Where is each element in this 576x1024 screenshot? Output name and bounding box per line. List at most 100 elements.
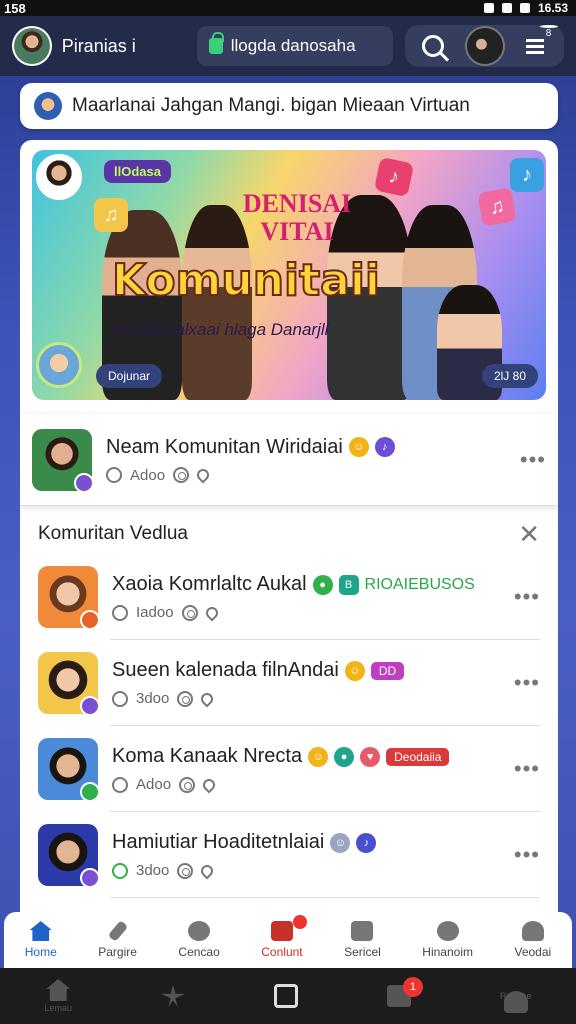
heart-icon[interactable] [198, 862, 216, 879]
banner-host-avatar[interactable] [36, 154, 82, 200]
lock-icon [208, 32, 224, 54]
sys-profile[interactable]: Ranune [500, 991, 531, 1013]
clock-icon [112, 604, 128, 621]
row-title: Hamiutiar Hoaditetnlaiai [112, 831, 325, 853]
row-meta-text: 3doo [136, 690, 170, 707]
banner-guest-avatar[interactable] [36, 342, 82, 388]
profile-avatar[interactable] [12, 26, 52, 66]
heart-icon[interactable] [194, 466, 212, 484]
community-thumbnail [32, 428, 94, 493]
badge-icon: B [338, 574, 359, 595]
row-meta: Adoo [112, 776, 504, 793]
nav-veodai[interactable]: Veodai [514, 921, 551, 959]
home-icon [46, 979, 71, 1001]
nav-conlunt[interactable]: Conlunt [261, 915, 307, 959]
banner-count-chip[interactable]: 2lJ 80 [481, 364, 538, 388]
more-options-icon[interactable]: ••• [514, 756, 540, 782]
sys-explore[interactable] [161, 985, 185, 1007]
list-item[interactable]: Koma Kanaak Nrecta ☺ ● ♥ Deodaiia Adoo •… [20, 726, 558, 812]
row-meta-text: 3doo [136, 862, 170, 879]
battery-icon [519, 3, 530, 13]
row-title-line: Sueen kalenada filnAndai ☺ DD [112, 659, 504, 682]
emoji-icon: ☺ [348, 437, 369, 457]
verified-badge [74, 472, 94, 493]
menu-icon[interactable]: 8 [525, 25, 558, 54]
live-icon: ● [334, 746, 355, 767]
person-icon [503, 991, 528, 1013]
list-item[interactable]: Hamiutiar Hoaditetnlaiai ☺ ♪ 3doo ••• [20, 812, 558, 898]
emoji-icon: ☺ [308, 746, 329, 767]
profile-name[interactable]: Piranias i [62, 36, 171, 57]
status-badge [80, 782, 100, 802]
nav-cencao[interactable]: Cencao [178, 921, 220, 959]
sys-overview[interactable] [273, 984, 298, 1008]
nav-label: Veodai [514, 945, 552, 959]
heart-icon[interactable] [198, 690, 216, 707]
nav-sericel[interactable]: Sericel [344, 921, 381, 959]
banner-join-chip[interactable]: Dojunar [96, 364, 163, 388]
section-title: Komuritan Vedlua [38, 523, 188, 544]
sys-message-badge: 1 [402, 977, 423, 997]
list-item[interactable]: Xaoia Komrlaltc Aukal ● B RIOAIEBUSOS Ia… [20, 554, 558, 640]
close-icon[interactable]: ✕ [518, 519, 540, 550]
clock-icon [112, 862, 128, 879]
list-item[interactable]: Sueen kalenada filnAndai ☺ DD 3doo ••• [20, 640, 558, 726]
sys-home[interactable]: Lemau [44, 979, 72, 1013]
nav-label: Cencao [178, 945, 220, 959]
row-meta-text: Iadoo [136, 604, 174, 621]
mention-icon [179, 776, 196, 793]
row-title-line: Koma Kanaak Nrecta ☺ ● ♥ Deodaiia [112, 745, 504, 768]
music-note-icon: ♫ [477, 187, 517, 227]
row-title-line: Xaoia Komrlaltc Aukal ● B RIOAIEBUSOS [112, 573, 504, 596]
more-options-icon[interactable]: ••• [514, 670, 540, 696]
nav-alert-badge [292, 915, 307, 929]
signal-icon [501, 3, 512, 13]
row-meta: 3doo [112, 690, 504, 707]
row-title: Koma Kanaak Nrecta [112, 745, 303, 767]
row-title: Sueen kalenada filnAndai [112, 659, 339, 681]
sys-messages[interactable]: 1 [386, 977, 423, 1007]
search-icon[interactable] [421, 35, 444, 57]
more-options-icon[interactable]: ••• [520, 447, 546, 473]
app-header: Piranias i llogda danosaha 8 [0, 16, 576, 76]
banner-subtitle: Pranlaa alxaai hlaga Danarjll [112, 320, 329, 339]
mention-icon [173, 467, 190, 483]
heart-icon[interactable] [203, 604, 221, 621]
nav-label: Sericel [344, 945, 381, 959]
status-icons: 16.53 [483, 1, 568, 15]
nav-pargire[interactable]: Pargire [98, 920, 137, 959]
community-thumbnail [38, 738, 100, 802]
profile-icon [521, 921, 544, 941]
heart-icon[interactable] [200, 776, 218, 793]
clock-icon [112, 690, 128, 707]
announcement-bar[interactable]: Maarlanai Jahgan Mangi. bigan Mieaan Vir… [20, 83, 558, 129]
music-note-icon: ♪ [373, 156, 415, 198]
nav-label: Conlunt [261, 945, 303, 959]
music-icon: ♪ [356, 832, 377, 853]
promo-banner[interactable]: ♪ ♫ ♪ ♫ llOdasa DENISAI VITAI Komunitaii… [32, 150, 546, 400]
image-icon [351, 921, 374, 941]
row-meta: Iadoo [112, 604, 504, 621]
row-title: Xaoia Komrlaltc Aukal [112, 573, 307, 595]
community-switcher[interactable]: llogda danosaha [196, 26, 394, 66]
featured-community-row[interactable]: Neam Komunitan Wiridaiai ☺ ♪ Adoo ••• [20, 414, 558, 506]
featured-title-line: Neam Komunitan Wiridaiai ☺ ♪ [106, 436, 510, 459]
nav-home[interactable]: Home [25, 921, 57, 959]
group-avatar[interactable] [464, 26, 505, 66]
banner-tag: llOdasa [104, 160, 171, 183]
community-thumbnail [38, 652, 100, 716]
status-left-text: 158 [4, 0, 26, 16]
divider [110, 897, 540, 898]
row-body: Xaoia Komrlaltc Aukal ● B RIOAIEBUSOS Ia… [112, 573, 504, 621]
nav-hinanoim[interactable]: Hinanoim [422, 921, 473, 959]
clock-icon [106, 467, 122, 483]
community-thumbnail [38, 824, 100, 888]
nav-label: Home [24, 945, 57, 959]
announcement-text: Maarlanai Jahgan Mangi. bigan Mieaan Vir… [72, 95, 470, 116]
mention-icon [177, 690, 194, 707]
section-header: Komuritan Vedlua ✕ [20, 514, 558, 554]
banner-headline: DENISAI VITAI [242, 189, 352, 246]
more-options-icon[interactable]: ••• [514, 584, 540, 610]
more-options-icon[interactable]: ••• [514, 842, 540, 868]
featured-title: Neam Komunitan Wiridaiai [106, 435, 343, 458]
